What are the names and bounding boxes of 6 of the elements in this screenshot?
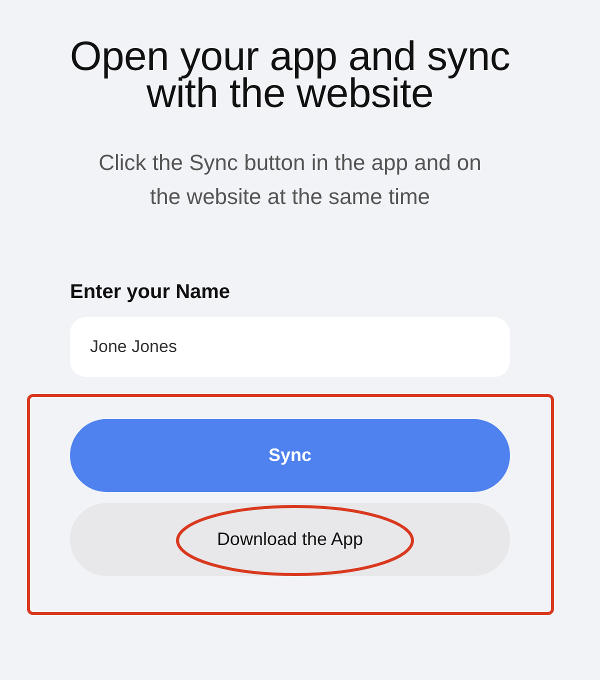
instruction-text: Click the Sync button in the app and on the website at the same time xyxy=(98,149,482,211)
sync-button[interactable]: Sync xyxy=(70,419,510,492)
name-input-field[interactable]: Jone Jones xyxy=(70,317,510,377)
page-title: Open your app and sync with the website xyxy=(68,38,512,112)
download-app-button[interactable]: Download the App xyxy=(70,503,510,576)
field-label: Enter your Name xyxy=(70,280,232,304)
